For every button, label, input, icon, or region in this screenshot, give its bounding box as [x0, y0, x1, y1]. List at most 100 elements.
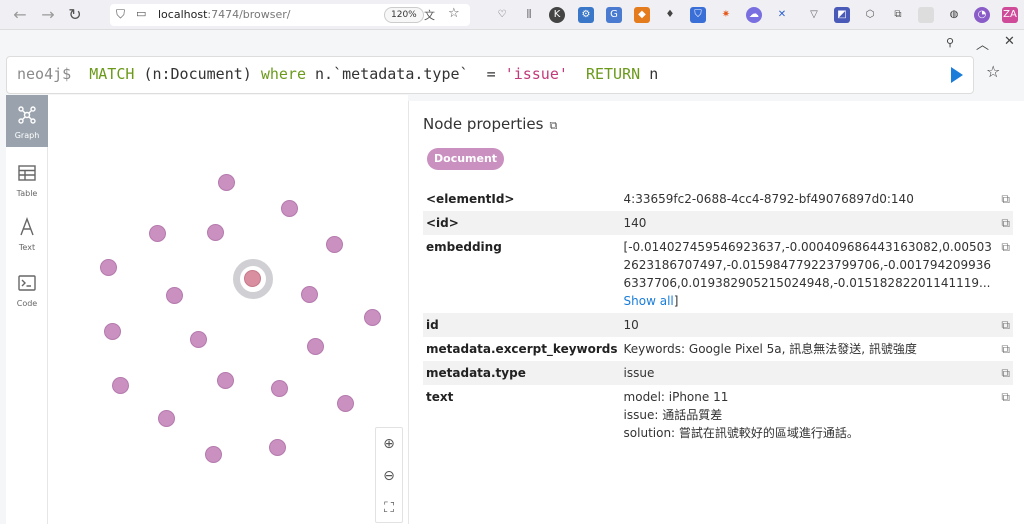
- embedding-suffix: ]: [673, 294, 679, 308]
- embedding-value: [-0.014027459546923637,-0.00040968644316…: [623, 240, 992, 290]
- library-icon[interactable]: ⫼: [521, 7, 537, 23]
- extension-k-icon[interactable]: K: [549, 7, 565, 23]
- graph-node[interactable]: [218, 174, 235, 191]
- graph-node[interactable]: [158, 410, 175, 427]
- graph-node[interactable]: [190, 331, 207, 348]
- graph-node[interactable]: [166, 287, 183, 304]
- tab-table[interactable]: Table: [6, 153, 48, 205]
- tab-text-label: Text: [18, 243, 36, 252]
- graph-node[interactable]: [112, 377, 129, 394]
- bookmark-star-icon[interactable]: ☆: [448, 6, 460, 21]
- tab-text[interactable]: Text: [6, 207, 48, 259]
- url-path: :7474/browser/: [207, 8, 291, 21]
- copy-icon[interactable]: ⧉: [998, 337, 1013, 361]
- table-icon: [18, 165, 36, 181]
- forward-icon[interactable]: →: [38, 5, 58, 25]
- property-value: 140: [620, 211, 999, 235]
- graph-canvas[interactable]: [48, 95, 408, 524]
- cloud-ext-icon[interactable]: ☁: [746, 7, 762, 23]
- run-query-button[interactable]: [951, 67, 963, 83]
- tool-ext-icon[interactable]: ✕: [774, 7, 790, 23]
- address-bar[interactable]: ⛉ ▭ localhost:7474/browser/ 120% 文 ☆: [110, 4, 470, 26]
- graph-node[interactable]: [301, 286, 318, 303]
- node-label-pill[interactable]: Document: [427, 148, 505, 170]
- extension-shield-icon[interactable]: ⚙: [578, 7, 594, 23]
- property-value: [-0.014027459546923637,-0.00040968644316…: [620, 235, 999, 313]
- fit-view-icon[interactable]: ⛶: [376, 492, 402, 524]
- graph-node[interactable]: [149, 225, 166, 242]
- tab-graph[interactable]: Graph: [6, 95, 48, 147]
- text-line: model: iPhone 11: [623, 390, 729, 404]
- bitwarden-icon[interactable]: ⛉: [690, 7, 706, 23]
- graph-node[interactable]: [100, 259, 117, 276]
- copy-icon[interactable]: ⧉: [998, 235, 1013, 313]
- graph-node[interactable]: [217, 372, 234, 389]
- query-prompt: neo4j$: [17, 65, 72, 83]
- zoom-controls: ⊕ ⊖ ⛶: [375, 427, 403, 523]
- text-line: solution: 嘗試在訊號較好的區域進行通話。: [623, 426, 859, 440]
- spark-icon[interactable]: ✷: [718, 7, 734, 23]
- profile-icon[interactable]: ◔: [974, 7, 990, 23]
- text-line: issue: 通話品質差: [623, 408, 723, 422]
- copy-icon[interactable]: ⧉: [998, 211, 1013, 235]
- browser-toolbar: ← → ↻ ⛉ ▭ localhost:7474/browser/ 120% 文…: [0, 0, 1024, 30]
- query-pattern: (n:Document): [143, 65, 252, 83]
- tab-code[interactable]: Code: [6, 263, 48, 315]
- tab-code-label: Code: [16, 299, 38, 308]
- properties-table: <elementId> 4:33659fc2-0688-4cc4-8792-bf…: [423, 187, 1013, 445]
- query-operator: =: [486, 65, 496, 83]
- copy-icon[interactable]: ⧉: [549, 119, 557, 133]
- page-icon: ▭: [136, 7, 147, 20]
- translate-icon[interactable]: 文: [424, 7, 435, 23]
- graph-node[interactable]: [307, 338, 324, 355]
- graph-icon: [18, 106, 36, 124]
- graph-node-selected[interactable]: [244, 270, 261, 287]
- graph-node[interactable]: [271, 380, 288, 397]
- query-property: n.`metadata.type`: [315, 65, 469, 83]
- copy-icon[interactable]: ⧉: [998, 361, 1013, 385]
- graph-node[interactable]: [281, 200, 298, 217]
- pocket-icon[interactable]: ♡: [494, 7, 510, 23]
- copy-icon[interactable]: ⧉: [998, 313, 1013, 337]
- graph-node[interactable]: [326, 236, 343, 253]
- graph-node[interactable]: [269, 439, 286, 456]
- table-row: embedding [-0.014027459546923637,-0.0004…: [423, 235, 1013, 313]
- query-editor[interactable]: neo4j$ MATCH (n:Document) where n.`metad…: [6, 56, 974, 94]
- query-return-var: n: [649, 65, 659, 83]
- cube-icon[interactable]: ⬡: [862, 7, 878, 23]
- property-value: Keywords: Google Pixel 5a, 訊息無法發送, 訊號強度: [623, 342, 917, 356]
- view-tabs: Graph Table Text Code: [6, 95, 48, 524]
- copy-icon[interactable]: ⧉: [998, 187, 1013, 211]
- graph-node[interactable]: [205, 446, 222, 463]
- graph-node[interactable]: [364, 309, 381, 326]
- globe-icon[interactable]: ◍: [946, 7, 962, 23]
- back-icon[interactable]: ←: [10, 5, 30, 25]
- graph-node[interactable]: [207, 224, 224, 241]
- translate-ext-icon[interactable]: G: [606, 7, 622, 23]
- ethereum-icon[interactable]: ♦: [662, 7, 678, 23]
- table-row: metadata.type issue ⧉: [423, 361, 1013, 385]
- collapse-icon[interactable]: ︿: [976, 34, 989, 53]
- account-icon[interactable]: ZA: [1002, 7, 1018, 23]
- show-all-link[interactable]: Show all: [624, 294, 674, 308]
- graph-node[interactable]: [104, 323, 121, 340]
- zoom-in-icon[interactable]: ⊕: [376, 428, 402, 460]
- vue-icon[interactable]: ▽: [806, 7, 822, 23]
- metamask-icon[interactable]: ◆: [634, 7, 650, 23]
- zoom-out-icon[interactable]: ⊖: [376, 460, 402, 492]
- close-icon[interactable]: ✕: [1004, 34, 1015, 49]
- query-value: 'issue': [504, 65, 568, 83]
- graph-node[interactable]: [337, 395, 354, 412]
- puzzle-icon[interactable]: ⧉: [890, 7, 906, 23]
- analytics-icon[interactable]: ◩: [834, 7, 850, 23]
- blank-ext-icon[interactable]: [918, 7, 934, 23]
- copy-icon[interactable]: ⧉: [998, 385, 1013, 445]
- favorite-star-icon[interactable]: ☆: [986, 62, 1000, 81]
- keyword-where: where: [260, 65, 306, 83]
- shield-icon[interactable]: ⛉: [116, 7, 125, 22]
- pin-icon[interactable]: ⚲: [946, 36, 954, 49]
- node-properties-panel: Node properties ⧉ Document <elementId> 4:…: [408, 101, 1024, 524]
- reload-icon[interactable]: ↻: [65, 5, 85, 25]
- zoom-level-badge[interactable]: 120%: [384, 7, 424, 23]
- property-key: text: [426, 390, 454, 404]
